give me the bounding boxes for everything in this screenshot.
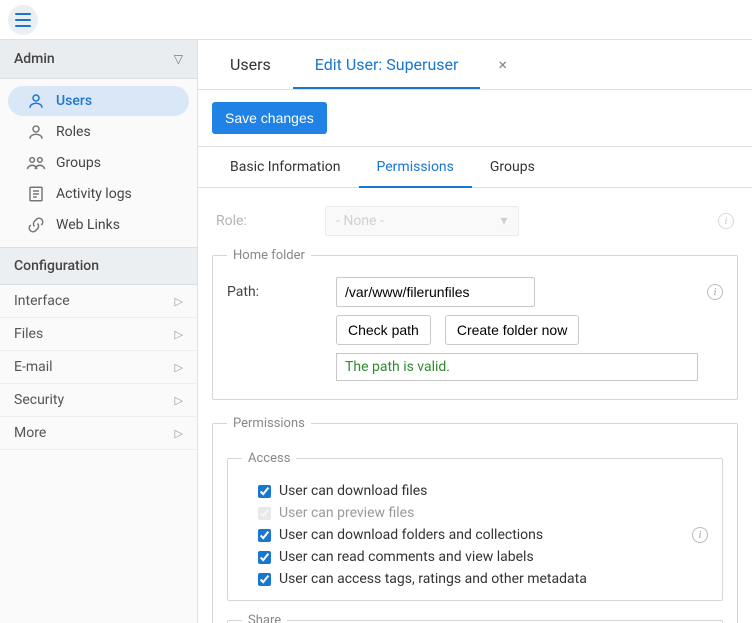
- sidebar-config-label: E-mail: [14, 359, 53, 375]
- sidebar-config-interface[interactable]: Interface ▷: [0, 285, 197, 318]
- perm-checkbox[interactable]: [258, 573, 271, 586]
- sidebar-item-label: Activity logs: [56, 186, 132, 202]
- collapse-icon: ▽: [174, 52, 183, 66]
- path-label: Path:: [227, 284, 322, 300]
- perm-access-metadata: User can access tags, ratings and other …: [242, 568, 708, 590]
- chevron-right-icon: ▷: [175, 328, 183, 341]
- perm-download-folders: User can download folders and collection…: [242, 524, 708, 546]
- access-legend: Access: [242, 451, 296, 466]
- sidebar-config-files[interactable]: Files ▷: [0, 318, 197, 351]
- chevron-right-icon: ▷: [175, 394, 183, 407]
- sidebar-nav: Users Roles Groups Activity logs Web Lin…: [0, 79, 197, 247]
- chevron-right-icon: ▷: [175, 361, 183, 374]
- path-buttons-row: Check path Create folder now: [227, 315, 723, 345]
- sidebar-item-label: Groups: [56, 155, 101, 171]
- permissions-legend: Permissions: [227, 416, 311, 431]
- homefolder-legend: Home folder: [227, 248, 311, 263]
- content-area: Users Edit User: Superuser × Save change…: [198, 40, 752, 623]
- sidebar-item-label: Web Links: [56, 217, 120, 233]
- tab-users[interactable]: Users: [208, 41, 293, 88]
- role-select: - None - ▾: [325, 206, 519, 236]
- path-valid-row: The path is valid.: [227, 353, 723, 381]
- sidebar-item-label: Users: [56, 93, 92, 109]
- log-icon: [26, 185, 46, 203]
- subtab-permissions[interactable]: Permissions: [359, 147, 472, 187]
- subtab-groups[interactable]: Groups: [472, 147, 553, 187]
- homefolder-fieldset: Home folder Path: i Check path Create fo…: [212, 248, 738, 400]
- path-valid-message: The path is valid.: [336, 353, 698, 381]
- perm-label: User can download folders and collection…: [279, 527, 543, 543]
- create-folder-button[interactable]: Create folder now: [445, 315, 580, 345]
- sidebar-admin-label: Admin: [14, 51, 55, 67]
- info-icon[interactable]: i: [718, 213, 734, 229]
- perm-label: User can read comments and view labels: [279, 549, 534, 565]
- sidebar-config-more[interactable]: More ▷: [0, 417, 197, 450]
- form-area: Role: - None - ▾ i Home folder Path: i: [198, 188, 752, 623]
- subtabs: Basic Information Permissions Groups: [198, 147, 752, 188]
- action-bar: Save changes: [198, 90, 752, 147]
- sidebar-item-groups[interactable]: Groups: [8, 148, 189, 178]
- save-button[interactable]: Save changes: [212, 102, 327, 134]
- perm-label: User can download files: [279, 483, 427, 499]
- perm-preview-files: User can preview files: [242, 502, 708, 524]
- perm-checkbox[interactable]: [258, 529, 271, 542]
- perm-checkbox[interactable]: [258, 485, 271, 498]
- info-icon[interactable]: i: [707, 284, 723, 300]
- sidebar-config-email[interactable]: E-mail ▷: [0, 351, 197, 384]
- link-icon: [26, 216, 46, 234]
- perm-checkbox[interactable]: [258, 551, 271, 564]
- sidebar-item-weblinks[interactable]: Web Links: [8, 210, 189, 240]
- perm-label: User can access tags, ratings and other …: [279, 571, 587, 587]
- chevron-down-icon: ▾: [500, 213, 507, 229]
- permissions-fieldset: Permissions Access User can download fil…: [212, 416, 738, 623]
- sidebar-config-security[interactable]: Security ▷: [0, 384, 197, 417]
- menu-toggle-button[interactable]: [8, 5, 38, 35]
- sidebar-item-label: Roles: [56, 124, 91, 140]
- role-row: Role: - None - ▾ i: [212, 202, 738, 248]
- chevron-right-icon: ▷: [175, 295, 183, 308]
- check-path-button[interactable]: Check path: [336, 315, 431, 345]
- share-legend: Share: [242, 613, 287, 623]
- user-icon: [26, 92, 46, 110]
- sidebar-config-label: Security: [14, 392, 64, 408]
- path-row: Path: i: [227, 277, 723, 307]
- sidebar-config-label: More: [14, 425, 46, 441]
- chevron-right-icon: ▷: [175, 427, 183, 440]
- sidebar-config-label: Interface: [14, 293, 70, 309]
- role-label: Role:: [216, 213, 311, 229]
- group-icon: [26, 154, 46, 172]
- perm-read-comments: User can read comments and view labels: [242, 546, 708, 568]
- sidebar-item-users[interactable]: Users: [8, 86, 189, 116]
- access-fieldset: Access User can download files User can …: [227, 451, 723, 601]
- sidebar-item-activity[interactable]: Activity logs: [8, 179, 189, 209]
- share-fieldset: Share User can share with other users Us…: [227, 613, 723, 623]
- sidebar-config-header: Configuration: [0, 247, 197, 285]
- hamburger-icon: [15, 13, 31, 27]
- role-select-value: - None -: [336, 213, 384, 229]
- perm-label: User can preview files: [279, 505, 414, 521]
- tab-close-button[interactable]: ×: [494, 51, 511, 78]
- sidebar-admin-header[interactable]: Admin ▽: [0, 40, 197, 79]
- sidebar-item-roles[interactable]: Roles: [8, 117, 189, 147]
- subtab-basic[interactable]: Basic Information: [212, 147, 359, 187]
- perm-checkbox: [258, 507, 271, 520]
- role-icon: [26, 123, 46, 141]
- tab-edit-user[interactable]: Edit User: Superuser: [293, 41, 481, 88]
- main-tabs: Users Edit User: Superuser ×: [198, 40, 752, 90]
- sidebar-config-label: Files: [14, 326, 43, 342]
- perm-download-files: User can download files: [242, 480, 708, 502]
- sidebar: Admin ▽ Users Roles Groups Activity logs: [0, 40, 198, 623]
- info-icon[interactable]: i: [692, 527, 708, 543]
- topbar: [0, 0, 752, 40]
- path-input[interactable]: [336, 277, 535, 307]
